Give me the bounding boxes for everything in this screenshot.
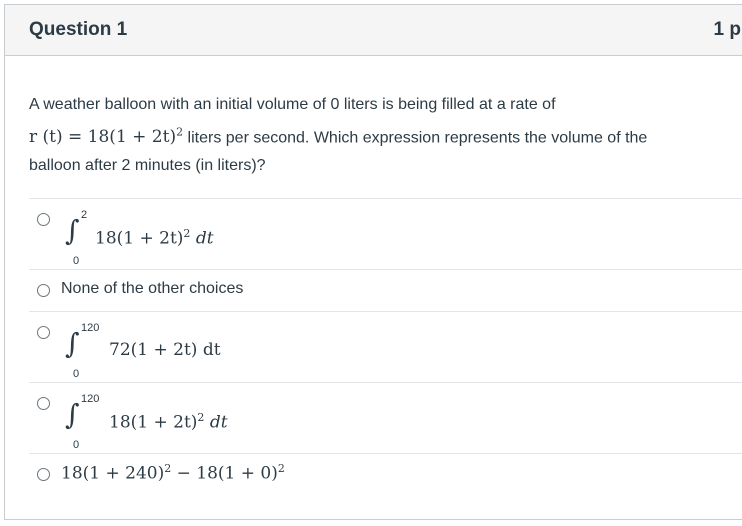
answer-expression: 18(1 + 240)2 − 18(1 + 0)2 — [61, 462, 361, 490]
radio-button[interactable] — [37, 213, 50, 226]
upper-limit: 2 — [81, 209, 88, 221]
integrand: 18(1 + 2t)2 dt — [95, 227, 214, 249]
lower-limit: 0 — [73, 368, 80, 380]
difference-expression: 18(1 + 240)2 − 18(1 + 0)2 — [61, 462, 285, 484]
lower-limit: 0 — [73, 439, 80, 451]
upper-limit: 120 — [81, 322, 100, 334]
answer-text: None of the other choices — [61, 280, 244, 297]
answer-option[interactable]: ∫ 120 0 18(1 + 2t)2 dt — [29, 382, 742, 453]
integral-sign: ∫ — [65, 398, 80, 431]
integrand: 72(1 + 2t) dt — [109, 340, 221, 360]
stem-line-2: r (t) = 18(1 + 2t)2 liters per second. W… — [29, 119, 729, 152]
radio-button[interactable] — [37, 397, 50, 410]
answer-option[interactable]: ∫ 120 0 72(1 + 2t) dt — [29, 311, 742, 382]
answer-option[interactable]: None of the other choices — [29, 269, 742, 311]
integral-sign: ∫ — [65, 214, 80, 247]
integral-sign: ∫ — [65, 327, 80, 360]
stem-line-2-text: liters per second. Which expression repr… — [183, 129, 648, 147]
stem-line-3: balloon after 2 minutes (in liters)? — [29, 156, 266, 174]
answer-list: ∫ 2 0 18(1 + 2t)2 dt None of the other c… — [29, 198, 742, 495]
answer-expression: ∫ 120 0 18(1 + 2t)2 dt — [65, 389, 285, 451]
question-points: 1 p — [713, 19, 741, 40]
radio-button[interactable] — [37, 468, 50, 481]
stem-line-1: A weather balloon with an initial volume… — [29, 96, 556, 113]
answer-option[interactable]: 18(1 + 240)2 − 18(1 + 0)2 — [29, 453, 742, 495]
rate-function: r (t) = 18(1 + 2t)2 — [29, 125, 184, 148]
question-header: Question 1 1 p — [5, 5, 742, 56]
lower-limit: 0 — [73, 255, 80, 267]
answer-expression: ∫ 2 0 18(1 + 2t)2 dt — [65, 205, 265, 267]
answer-option[interactable]: ∫ 2 0 18(1 + 2t)2 dt — [29, 198, 742, 269]
question-stem: A weather balloon with an initial volume… — [29, 91, 729, 179]
radio-button[interactable] — [37, 284, 50, 297]
integrand: 18(1 + 2t)2 dt — [109, 411, 228, 433]
upper-limit: 120 — [81, 393, 100, 405]
question-title: Question 1 — [29, 19, 128, 40]
answer-expression: ∫ 120 0 72(1 + 2t) dt — [65, 318, 285, 380]
question-card: Question 1 1 p A weather balloon with an… — [4, 4, 742, 520]
radio-button[interactable] — [37, 326, 50, 339]
